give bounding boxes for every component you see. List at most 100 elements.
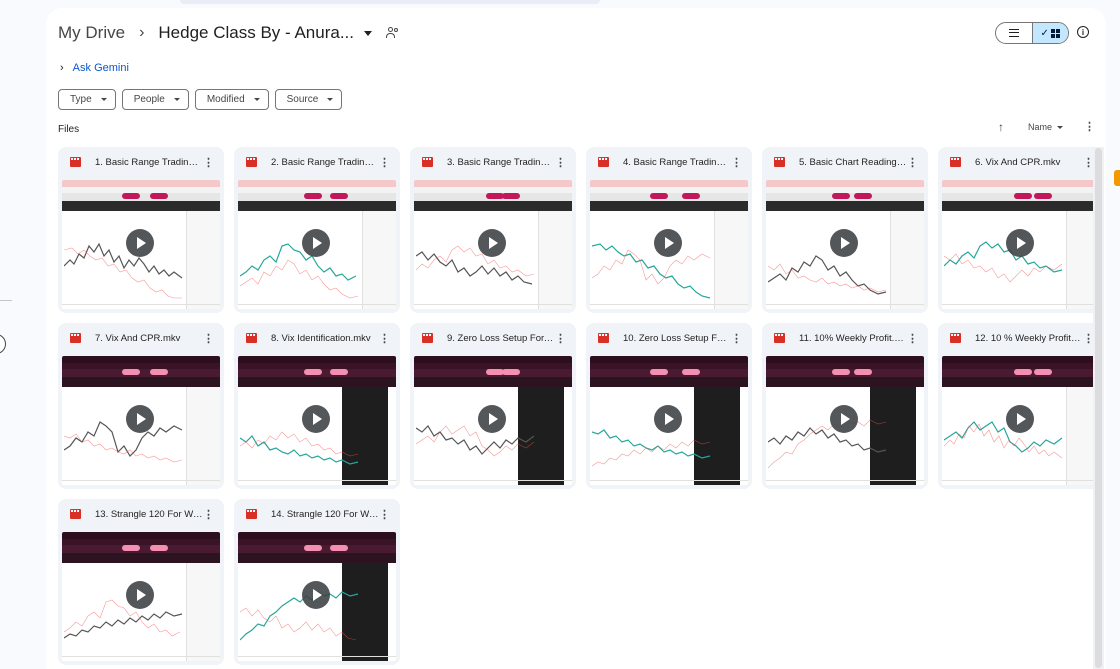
more-options-icon[interactable]: ⋮ (907, 332, 918, 345)
more-options-icon[interactable]: ⋮ (379, 156, 390, 169)
more-options-icon[interactable]: ⋮ (379, 508, 390, 521)
more-options-icon[interactable]: ⋮ (379, 332, 390, 345)
file-card-header: 6. Vix And CPR.mkv (938, 147, 1104, 177)
list-view-button[interactable] (996, 23, 1032, 43)
file-name[interactable]: 11. 10% Weekly Profit.mkv (799, 333, 907, 344)
play-icon[interactable] (654, 229, 682, 257)
video-thumbnail[interactable] (414, 356, 572, 485)
more-options-icon[interactable]: ⋮ (1084, 120, 1095, 133)
video-thumbnail[interactable] (238, 532, 396, 661)
filter-modified[interactable]: Modified (194, 89, 269, 110)
play-icon[interactable] (126, 405, 154, 433)
play-icon[interactable] (302, 405, 330, 433)
play-icon[interactable] (830, 405, 858, 433)
more-options-icon[interactable]: ⋮ (203, 508, 214, 521)
file-card[interactable]: 5. Basic Chart Reading.mkv ⋮ (762, 147, 928, 313)
chevron-down-icon (1057, 125, 1064, 129)
more-options-icon[interactable]: ⋮ (203, 156, 214, 169)
grid-view-button[interactable]: ✓ (1031, 23, 1068, 43)
play-icon[interactable] (302, 581, 330, 609)
video-thumbnail[interactable] (238, 356, 396, 485)
file-name[interactable]: 3. Basic Range Trading.mkv (447, 157, 555, 168)
file-card[interactable]: 10. Zero Loss Setup For.mkv⋮ (586, 323, 752, 489)
video-thumbnail[interactable] (238, 180, 396, 309)
file-name[interactable]: 9. Zero Loss Setup For.mkv (447, 333, 555, 344)
info-icon[interactable]: i (1077, 26, 1089, 38)
more-options-icon[interactable]: ⋮ (731, 332, 742, 345)
video-file-icon (598, 333, 609, 343)
video-thumbnail[interactable] (62, 180, 220, 309)
file-card[interactable]: 9. Zero Loss Setup For.mkv ⋮ (410, 323, 576, 489)
video-thumbnail[interactable] (942, 356, 1100, 485)
video-thumbnail[interactable] (62, 532, 220, 661)
play-icon[interactable] (126, 229, 154, 257)
video-thumbnail[interactable] (766, 356, 924, 485)
file-card-header: 3. Basic Range Trading.mkv (410, 147, 576, 177)
breadcrumb-current-folder[interactable]: Hedge Class By - Anura... (158, 23, 354, 43)
file-name[interactable]: 6. Vix And CPR.mkv (975, 157, 1083, 168)
play-icon[interactable] (302, 229, 330, 257)
play-icon[interactable] (478, 405, 506, 433)
filter-people[interactable]: People (121, 89, 189, 110)
video-file-icon (598, 157, 609, 167)
file-card-header: 13. Strangle 120 For Weekly.mkv (58, 499, 224, 529)
left-nav-button[interactable] (0, 334, 6, 354)
file-name[interactable]: 7. Vix And CPR.mkv (95, 333, 203, 344)
file-name[interactable]: 4. Basic Range Trading.mkv (623, 157, 731, 168)
play-icon[interactable] (830, 229, 858, 257)
video-thumbnail[interactable] (766, 180, 924, 309)
play-icon[interactable] (1006, 405, 1034, 433)
chevron-down-icon (173, 98, 180, 101)
shared-people-icon[interactable] (385, 27, 402, 39)
file-card[interactable]: 11. 10% Weekly Profit.mkv ⋮ (762, 323, 928, 489)
filter-type[interactable]: Type (58, 89, 116, 110)
sort-by-name-button[interactable]: Name (1028, 122, 1064, 132)
file-name[interactable]: 2. Basic Range Trading.mkv (271, 157, 379, 168)
chevron-down-icon (100, 98, 107, 101)
more-options-icon[interactable]: ⋮ (203, 332, 214, 345)
file-name[interactable]: 10. Zero Loss Setup For.mkv (623, 333, 731, 344)
file-card-header: 2. Basic Range Trading.mkv (234, 147, 400, 177)
more-options-icon[interactable]: ⋮ (555, 156, 566, 169)
more-options-icon[interactable]: ⋮ (907, 156, 918, 169)
file-card[interactable]: 4. Basic Range Trading.mkv ⋮ (586, 147, 752, 313)
video-thumbnail[interactable] (62, 356, 220, 485)
video-thumbnail[interactable] (414, 180, 572, 309)
filter-source[interactable]: Source (274, 89, 343, 110)
file-card[interactable]: 12. 10 % Weekly Profit.mkv ⋮ (938, 323, 1104, 489)
file-card-header: 9. Zero Loss Setup For.mkv (410, 323, 576, 353)
play-icon[interactable] (478, 229, 506, 257)
more-options-icon[interactable]: ⋮ (555, 332, 566, 345)
file-card[interactable]: 2. Basic Range Trading.mkv ⋮ (234, 147, 400, 313)
file-card[interactable]: 14. Strangle 120 For Weekly.mkv⋮ (234, 499, 400, 665)
play-icon[interactable] (1006, 229, 1034, 257)
file-card[interactable]: 13. Strangle 120 For Weekly.mkv⋮ (58, 499, 224, 665)
file-name[interactable]: 13. Strangle 120 For Weekly.mkv (95, 509, 203, 520)
more-options-icon[interactable]: ⋮ (731, 156, 742, 169)
file-name[interactable]: 12. 10 % Weekly Profit.mkv (975, 333, 1083, 344)
video-file-icon (422, 157, 433, 167)
video-thumbnail[interactable] (942, 180, 1100, 309)
file-name[interactable]: 1. Basic Range Trading.mkv (95, 157, 203, 168)
side-panel-tab[interactable] (1114, 170, 1120, 186)
folder-menu-caret-icon[interactable] (363, 30, 372, 36)
video-thumbnail[interactable] (590, 180, 748, 309)
breadcrumb-my-drive[interactable]: My Drive (58, 23, 125, 43)
scrollbar-thumb[interactable] (1095, 148, 1102, 668)
video-file-icon (422, 333, 433, 343)
file-name[interactable]: 5. Basic Chart Reading.mkv (799, 157, 907, 168)
ask-gemini-button[interactable]: › Ask Gemini (60, 61, 129, 75)
file-card[interactable]: 7. Vix And CPR.mkv ⋮ (58, 323, 224, 489)
chevron-right-icon: › (60, 62, 64, 74)
file-name[interactable]: 14. Strangle 120 For Weekly.mkv (271, 509, 379, 520)
file-card[interactable]: 6. Vix And CPR.mkv ⋮ (938, 147, 1104, 313)
play-icon[interactable] (126, 581, 154, 609)
play-icon[interactable] (654, 405, 682, 433)
sort-direction-icon[interactable]: ↑ (998, 120, 1004, 134)
video-thumbnail[interactable] (590, 356, 748, 485)
file-card[interactable]: 3. Basic Range Trading.mkv ⋮ (410, 147, 576, 313)
sort-label: Name (1028, 122, 1053, 132)
file-card[interactable]: 1. Basic Range Trading.mkv ⋮ (58, 147, 224, 313)
file-name[interactable]: 8. Vix Identification.mkv (271, 333, 379, 344)
file-card[interactable]: 8. Vix Identification.mkv ⋮ (234, 323, 400, 489)
